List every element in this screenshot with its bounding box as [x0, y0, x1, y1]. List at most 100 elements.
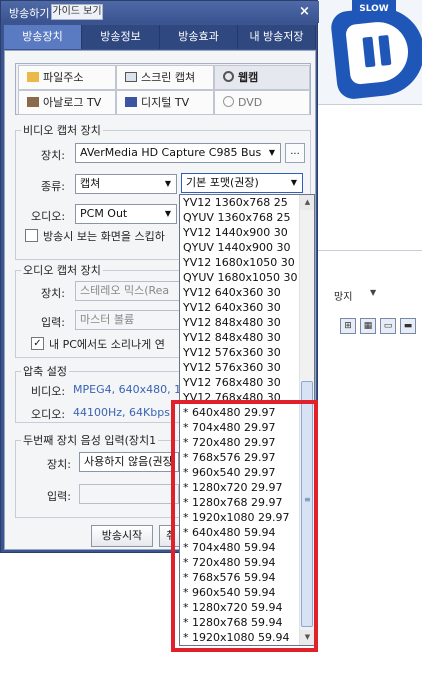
format-option[interactable]: * 720x480 59.94 [180, 555, 299, 570]
format-option[interactable]: YV12 640x360 30 [180, 300, 299, 315]
skip-screen-label: 방송시 보는 화면을 스킵하 [43, 230, 165, 243]
video-device-more-button[interactable]: ... [285, 143, 305, 163]
video-capture-title: 비디오 캡처 장치 [21, 122, 103, 138]
video-format-select[interactable]: 기본 포맷(권장) ▼ [181, 173, 303, 193]
format-options: YV12 1360x768 25 QYUV 1360x768 25 YV12 144… [180, 195, 299, 645]
format-option[interactable]: * 960x540 29.97 [180, 465, 299, 480]
pc-sound-checkbox[interactable]: ✓ [31, 337, 44, 350]
format-option[interactable]: * 1920x1080 29.97 [180, 510, 299, 525]
format-option[interactable]: * 1280x720 59.94 [180, 600, 299, 615]
audio-input-select[interactable]: 마스터 볼륨 [75, 310, 181, 330]
dvd-icon [223, 96, 234, 107]
chevron-down-icon: ▼ [264, 144, 280, 162]
audio-device-label: 장치: [41, 287, 65, 300]
table-icon[interactable]: ▦ [360, 318, 376, 334]
tab-info[interactable]: 방송정보 [82, 25, 160, 49]
second-device-label: 장치: [47, 458, 71, 471]
tv-icon [27, 97, 39, 107]
source-webcam-button[interactable]: 웹캠 [214, 65, 310, 90]
audio-input-label: 입력: [41, 316, 65, 329]
window-title: 방송하기 [9, 7, 50, 20]
video-type-select[interactable]: 캡쳐 ▼ [75, 174, 177, 194]
format-option[interactable]: YV12 1440x900 30 [180, 225, 299, 240]
format-option[interactable]: * 1920x1080 59.94 [180, 630, 299, 645]
format-dropdown-list: YV12 1360x768 25 QYUV 1360x768 25 YV12 144… [179, 194, 315, 646]
format-option[interactable]: YV12 1680x1050 30 [180, 255, 299, 270]
format-option[interactable]: QYUV 1360x768 25 [180, 210, 299, 225]
chevron-down-icon: ▼ [160, 205, 176, 223]
format-option[interactable]: YV12 576x360 30 [180, 345, 299, 360]
format-option[interactable]: YV12 1360x768 25 [180, 195, 299, 210]
format-option[interactable]: YV12 768x480 30 [180, 375, 299, 390]
tab-bar: 방송장치 방송정보 방송효과 내 방송저장 [4, 25, 316, 49]
divider [312, 104, 422, 105]
toolbar-text: 망지 [334, 292, 353, 303]
format-option[interactable]: YV12 576x360 30 [180, 360, 299, 375]
grid-icon[interactable]: ⊞ [340, 318, 356, 334]
title-bar[interactable]: 방송하기 가이드 보기 × [1, 1, 319, 23]
guide-button[interactable]: 가이드 보기 [51, 4, 103, 20]
compression-title: 압축 설정 [21, 363, 69, 379]
format-option[interactable]: QYUV 1440x900 30 [180, 240, 299, 255]
source-analog-tv-button[interactable]: 아날로그 TV [18, 90, 116, 115]
scroll-down-icon[interactable]: ▼ [300, 630, 314, 645]
format-option[interactable]: * 704x480 29.97 [180, 420, 299, 435]
format-option[interactable]: YV12 640x360 30 [180, 285, 299, 300]
video-device-label: 장치: [41, 149, 65, 162]
second-input-select[interactable] [79, 484, 179, 504]
scroll-up-icon[interactable]: ▲ [300, 195, 314, 210]
format-option[interactable]: * 1280x720 29.97 [180, 480, 299, 495]
audio-device-select[interactable]: 스테레오 믹스(Rea [75, 281, 181, 301]
background-toolbar: 망지 ▼ [312, 274, 422, 314]
source-dvd-button[interactable]: DVD [214, 90, 310, 115]
digital-tv-icon [125, 97, 137, 107]
tab-save[interactable]: 내 방송저장 [238, 25, 316, 49]
monitor-icon [125, 72, 137, 82]
tab-devices[interactable]: 방송장치 [4, 25, 82, 49]
format-option[interactable]: YV12 768x480 30 [180, 390, 299, 405]
video-type-label: 종류: [41, 180, 65, 193]
scroll-thumb[interactable]: ≡ [301, 381, 313, 627]
video-audio-label: 오디오: [31, 210, 66, 223]
divider [312, 250, 422, 251]
layout-icon[interactable]: ▬ [400, 318, 416, 334]
grip-icon: ≡ [304, 495, 311, 504]
video-device-select[interactable]: AVerMedia HD Capture C985 Bus ▼ [75, 143, 281, 163]
folder-icon [27, 72, 39, 82]
source-file-button[interactable]: 파일주소 [18, 65, 116, 90]
compression-video-value: MPEG4, 640x480, 1 [73, 383, 182, 396]
second-audio-title: 두번째 장치 음성 입력(장치1 [21, 432, 159, 448]
background-banner: SLOW [312, 0, 422, 104]
compression-audio-value: 44100Hz, 64Kbps [73, 406, 170, 419]
tab-effects[interactable]: 방송효과 [160, 25, 238, 49]
format-option[interactable]: * 768x576 29.97 [180, 450, 299, 465]
app-logo [329, 3, 422, 101]
chevron-down-icon: ▼ [286, 174, 302, 192]
pc-sound-label: 내 PC에서도 소리나게 연 [49, 338, 165, 351]
format-option[interactable]: * 1280x768 29.97 [180, 495, 299, 510]
source-selector: 파일주소 스크린 캡쳐 웹캠 아날로그 TV 디지털 TV DVD [15, 63, 311, 115]
close-icon[interactable]: × [297, 5, 312, 20]
format-option[interactable]: YV12 848x480 30 [180, 315, 299, 330]
compression-video-label: 비디오: [31, 385, 66, 398]
format-option[interactable]: * 720x480 29.97 [180, 435, 299, 450]
format-option[interactable]: * 640x480 29.97 [180, 405, 299, 420]
second-device-select[interactable]: 사용하지 않음(권장 [79, 452, 179, 472]
second-input-label: 입력: [47, 490, 71, 503]
chevron-down-icon[interactable]: ▼ [370, 288, 376, 297]
source-screen-button[interactable]: 스크린 캡쳐 [116, 65, 214, 90]
format-option[interactable]: YV12 848x480 30 [180, 330, 299, 345]
skip-screen-checkbox[interactable] [25, 229, 38, 242]
format-option[interactable]: * 640x480 59.94 [180, 525, 299, 540]
start-broadcast-button[interactable]: 방송시작 [91, 525, 153, 547]
format-option[interactable]: * 960x540 59.94 [180, 585, 299, 600]
format-option[interactable]: * 768x576 59.94 [180, 570, 299, 585]
dropdown-scrollbar[interactable]: ▲ ≡ ▼ [299, 195, 314, 645]
format-option[interactable]: * 704x480 59.94 [180, 540, 299, 555]
image-icon[interactable]: ▭ [380, 318, 396, 334]
format-option[interactable]: QYUV 1680x1050 30 [180, 270, 299, 285]
format-option[interactable]: * 1280x768 59.94 [180, 615, 299, 630]
video-audio-select[interactable]: PCM Out ▼ [75, 204, 177, 224]
source-digital-tv-button[interactable]: 디지털 TV [116, 90, 214, 115]
chevron-down-icon: ▼ [160, 175, 176, 193]
